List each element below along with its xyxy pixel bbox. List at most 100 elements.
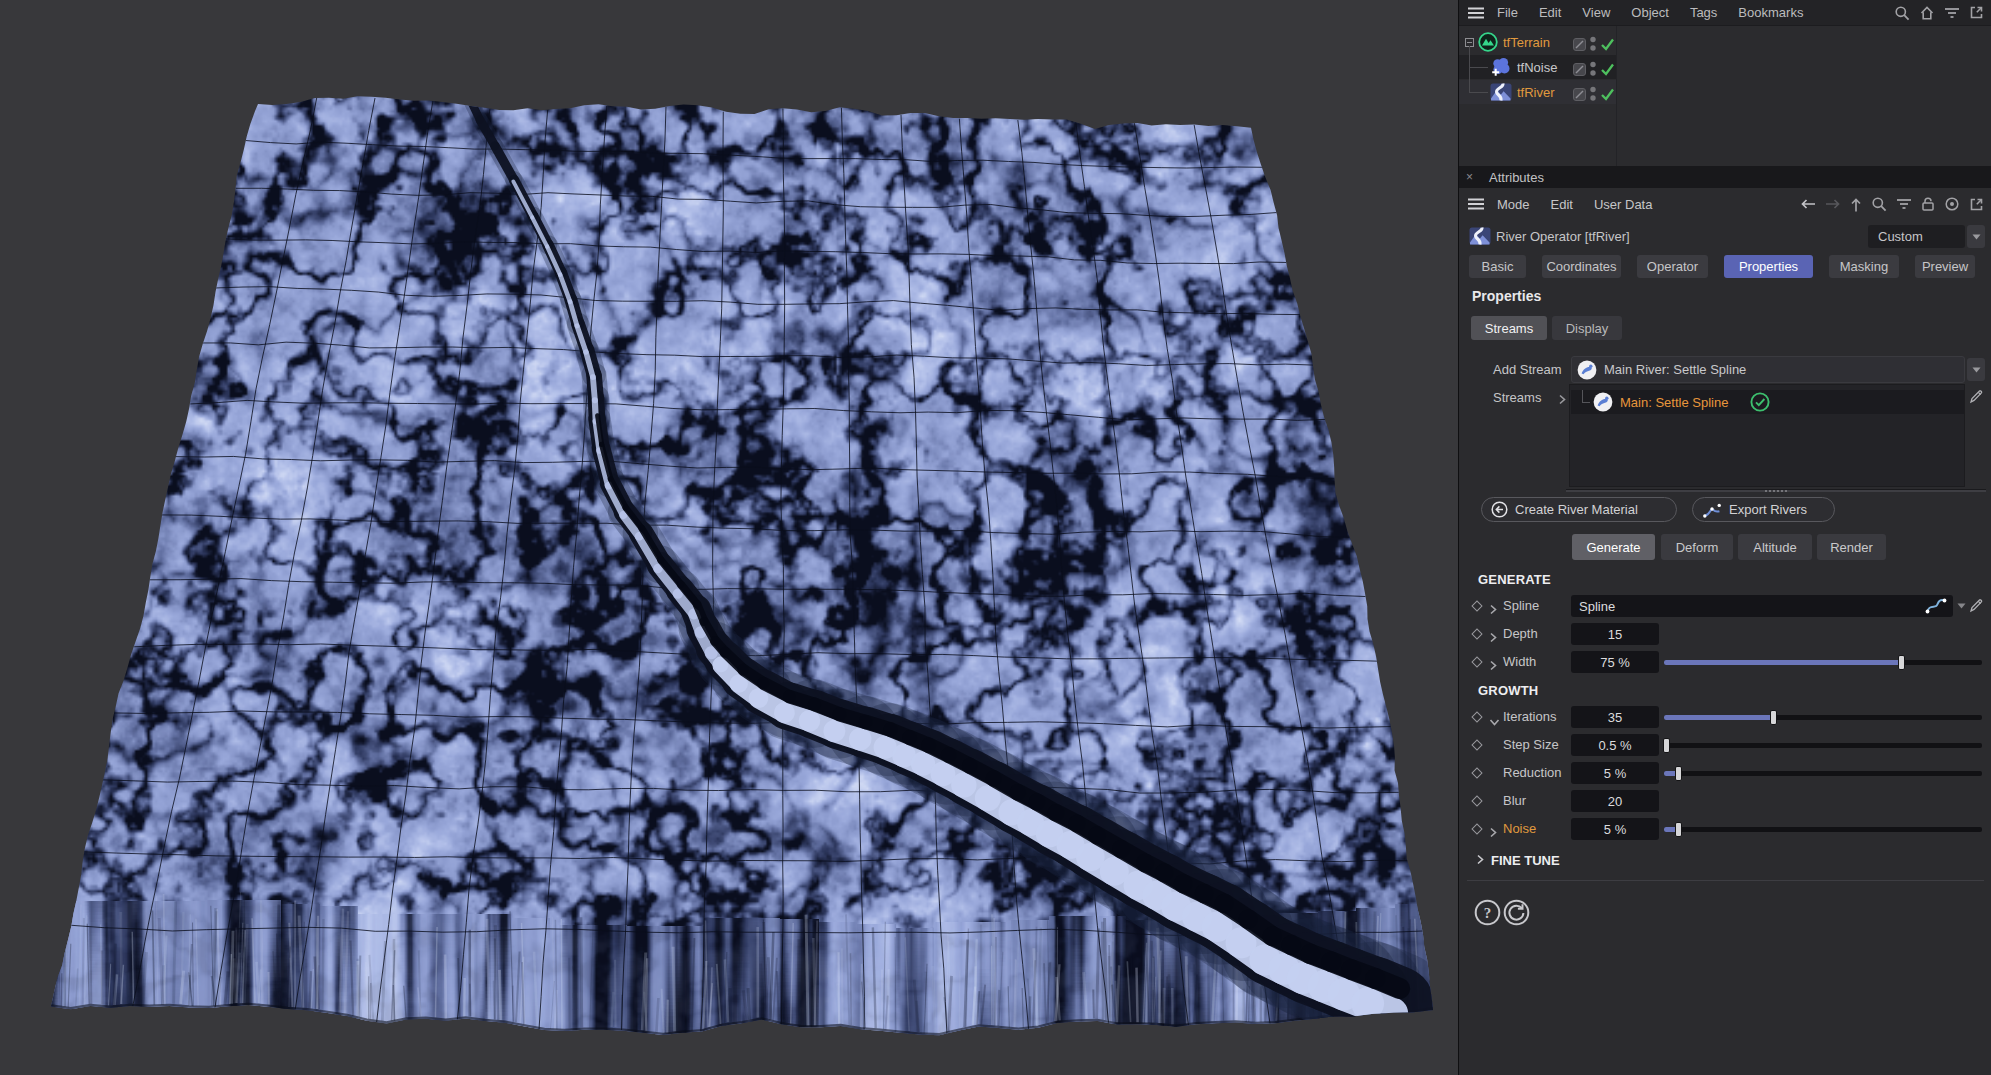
chevron-right-icon[interactable] bbox=[1489, 657, 1497, 675]
home-icon[interactable] bbox=[1919, 5, 1935, 21]
tab-coordinates[interactable]: Coordinates bbox=[1542, 255, 1621, 278]
close-icon[interactable]: × bbox=[1466, 170, 1473, 184]
vis-dots-icon[interactable] bbox=[1589, 85, 1597, 103]
hamburger-menu-icon[interactable] bbox=[1468, 198, 1484, 210]
search-icon[interactable] bbox=[1894, 5, 1910, 21]
keyframe-diamond-icon[interactable] bbox=[1471, 739, 1482, 750]
keyframe-diamond-icon[interactable] bbox=[1471, 767, 1482, 778]
value-field-step-size[interactable]: 0.5 % bbox=[1571, 734, 1659, 756]
arrow-left-icon[interactable] bbox=[1800, 198, 1816, 210]
preset-dropdown[interactable]: Custom bbox=[1868, 225, 1965, 248]
edit-pencil-icon[interactable] bbox=[1968, 388, 1985, 409]
om-menu-view[interactable]: View bbox=[1582, 5, 1610, 20]
chevron-right-icon[interactable] bbox=[1489, 629, 1497, 647]
resize-grip[interactable] bbox=[1765, 489, 1789, 493]
subtab-streams[interactable]: Streams bbox=[1471, 316, 1547, 340]
value-field-reduction[interactable]: 5 % bbox=[1571, 762, 1659, 784]
slider-iterations[interactable] bbox=[1664, 715, 1982, 720]
param-label: Blur bbox=[1503, 793, 1526, 808]
om-menu-bookmarks[interactable]: Bookmarks bbox=[1738, 5, 1803, 20]
chevron-right-icon[interactable] bbox=[1489, 601, 1497, 619]
filter-icon[interactable] bbox=[1944, 7, 1960, 19]
target-icon[interactable] bbox=[1944, 196, 1960, 212]
tab-masking[interactable]: Masking bbox=[1829, 255, 1899, 278]
mode-tab-deform[interactable]: Deform bbox=[1661, 534, 1733, 560]
chevron-down-icon[interactable] bbox=[1489, 712, 1500, 730]
value-field-depth[interactable]: 15 bbox=[1571, 623, 1659, 645]
slider-handle[interactable] bbox=[1675, 766, 1682, 781]
streams-fold-icon[interactable] bbox=[1558, 391, 1566, 409]
arrow-up-icon[interactable] bbox=[1850, 197, 1862, 212]
keyframe-diamond-icon[interactable] bbox=[1471, 823, 1482, 834]
check-icon[interactable] bbox=[1600, 88, 1615, 101]
fine-tune-group[interactable]: FINE TUNE bbox=[1476, 853, 1560, 868]
popout-icon[interactable] bbox=[1969, 197, 1984, 212]
slider-width[interactable] bbox=[1664, 660, 1982, 665]
lock-icon[interactable] bbox=[1921, 196, 1935, 212]
attr-menu-edit[interactable]: Edit bbox=[1551, 197, 1573, 212]
om-menu-file[interactable]: File bbox=[1497, 5, 1518, 20]
check-icon[interactable] bbox=[1600, 63, 1615, 76]
tab-basic[interactable]: Basic bbox=[1469, 255, 1526, 278]
subtab-display[interactable]: Display bbox=[1552, 316, 1622, 340]
attr-menu-mode[interactable]: Mode bbox=[1497, 197, 1530, 212]
object-tree: tfTerrain tfNoise tfRiver bbox=[1459, 26, 1991, 166]
spline-link-field[interactable]: Spline bbox=[1571, 595, 1953, 617]
add-stream-dropdown-arrow[interactable] bbox=[1967, 358, 1985, 381]
chevron-right-icon[interactable] bbox=[1489, 824, 1497, 842]
mode-tab-render[interactable]: Render bbox=[1817, 534, 1886, 560]
export-rivers-button[interactable]: Export Rivers bbox=[1692, 497, 1835, 522]
slider-handle[interactable] bbox=[1663, 738, 1670, 753]
streams-list[interactable]: Main: Settle Spline bbox=[1569, 384, 1965, 487]
slider-reduction[interactable] bbox=[1664, 771, 1982, 776]
keyframe-diamond-icon[interactable] bbox=[1471, 795, 1482, 806]
value-field-noise[interactable]: 5 % bbox=[1571, 818, 1659, 840]
check-icon[interactable] bbox=[1600, 38, 1615, 51]
tab-properties[interactable]: Properties bbox=[1724, 255, 1813, 278]
object-name[interactable]: tfRiver bbox=[1517, 85, 1555, 100]
om-menu-edit[interactable]: Edit bbox=[1539, 5, 1561, 20]
value-field-width[interactable]: 75 % bbox=[1571, 651, 1659, 673]
layer-square-icon[interactable] bbox=[1573, 63, 1586, 76]
mode-tab-generate[interactable]: Generate bbox=[1572, 534, 1655, 560]
tab-operator[interactable]: Operator bbox=[1637, 255, 1708, 278]
param-label: Reduction bbox=[1503, 765, 1562, 780]
add-stream-dropdown[interactable]: Main River: Settle Spline bbox=[1571, 356, 1965, 383]
reset-icon[interactable] bbox=[1503, 899, 1530, 930]
viewport-3d[interactable] bbox=[0, 0, 1458, 1075]
slider-handle[interactable] bbox=[1675, 822, 1682, 837]
slider-step-size[interactable] bbox=[1664, 743, 1982, 748]
tab-preview[interactable]: Preview bbox=[1915, 255, 1975, 278]
hamburger-menu-icon[interactable] bbox=[1468, 7, 1484, 19]
slider-noise[interactable] bbox=[1664, 827, 1982, 832]
value-field-iterations[interactable]: 35 bbox=[1571, 706, 1659, 728]
filter-icon[interactable] bbox=[1896, 198, 1912, 210]
layer-square-icon[interactable] bbox=[1573, 88, 1586, 101]
keyframe-diamond-icon[interactable] bbox=[1471, 628, 1482, 639]
stream-list-item[interactable]: Main: Settle Spline bbox=[1571, 390, 1964, 414]
layer-square-icon[interactable] bbox=[1573, 38, 1586, 51]
arrow-right-icon[interactable] bbox=[1825, 198, 1841, 210]
attr-menu-user-data[interactable]: User Data bbox=[1594, 197, 1653, 212]
keyframe-diamond-icon[interactable] bbox=[1471, 656, 1482, 667]
down-triangle-icon[interactable] bbox=[1957, 603, 1966, 609]
object-name[interactable]: tfTerrain bbox=[1503, 35, 1550, 50]
create-river-material-button[interactable]: Create River Material bbox=[1481, 497, 1677, 522]
slider-handle[interactable] bbox=[1770, 710, 1777, 725]
slider-handle[interactable] bbox=[1898, 655, 1905, 670]
keyframe-diamond-icon[interactable] bbox=[1471, 600, 1482, 611]
object-name[interactable]: tfNoise bbox=[1517, 60, 1557, 75]
om-menu-tags[interactable]: Tags bbox=[1690, 5, 1717, 20]
param-row-width: Width75 % bbox=[1459, 651, 1991, 673]
popout-icon[interactable] bbox=[1969, 5, 1984, 20]
preset-dropdown-arrow[interactable] bbox=[1967, 225, 1985, 248]
search-icon[interactable] bbox=[1871, 196, 1887, 212]
om-menu-object[interactable]: Object bbox=[1631, 5, 1669, 20]
vis-dots-icon[interactable] bbox=[1589, 60, 1597, 78]
help-icon[interactable]: ? bbox=[1474, 899, 1501, 930]
vis-dots-icon[interactable] bbox=[1589, 35, 1597, 53]
keyframe-diamond-icon[interactable] bbox=[1471, 711, 1482, 722]
edit-pencil-icon[interactable] bbox=[1968, 597, 1985, 618]
mode-tab-altitude[interactable]: Altitude bbox=[1738, 534, 1812, 560]
value-field-blur[interactable]: 20 bbox=[1571, 790, 1659, 812]
